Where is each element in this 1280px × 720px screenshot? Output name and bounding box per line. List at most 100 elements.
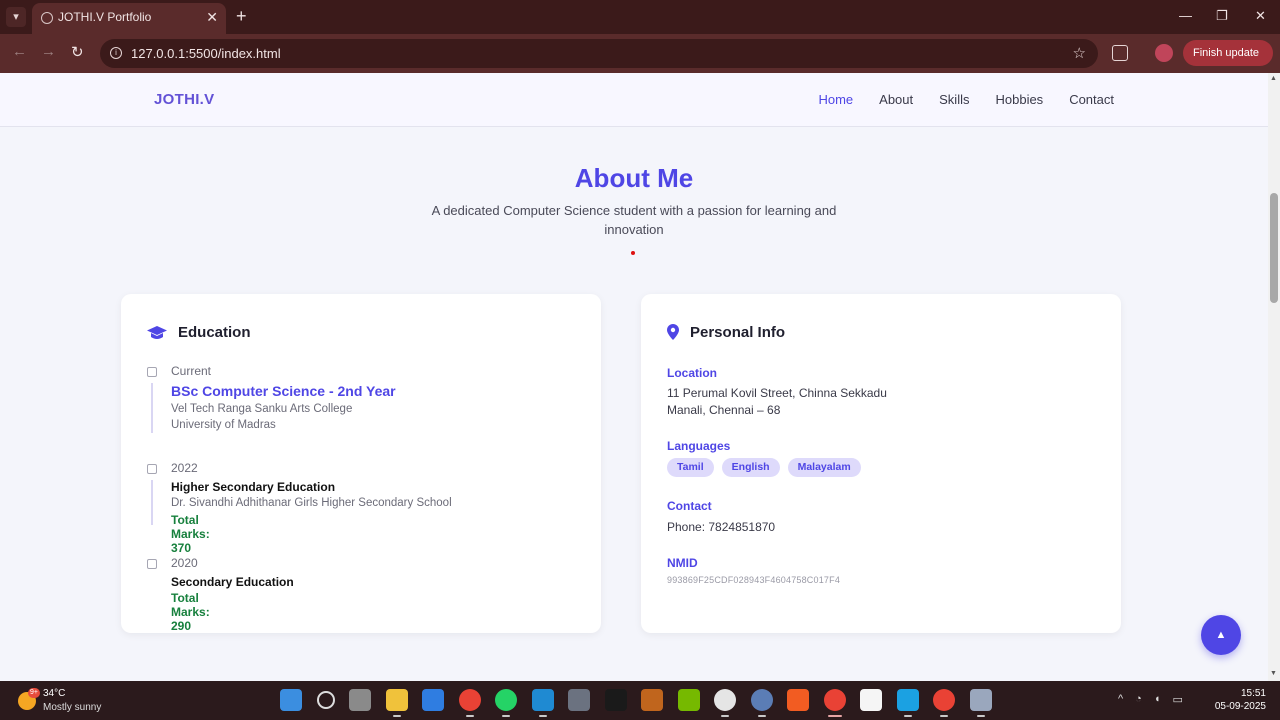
education-heading: Education [178,324,251,341]
browser-tab[interactable]: JOTHI.V Portfolio ✕ [32,3,226,34]
edu-year: Current [171,364,212,378]
page-viewport: JOTHI.V Home About Skills Hobbies Contac… [0,73,1268,681]
file-explorer-icon[interactable] [385,689,408,717]
scroll-down-icon[interactable]: ▼ [1270,670,1277,677]
contact-label: Contact [667,499,712,513]
languages-label: Languages [667,439,731,453]
cursor-dot [631,251,635,255]
search-icon[interactable] [316,691,335,709]
task-view-icon[interactable] [349,689,371,711]
chevron-up-icon[interactable]: ^ [1118,693,1123,706]
url-text: 127.0.0.1:5500/index.html [131,46,281,61]
scroll-to-top-button[interactable]: ▲ [1201,615,1241,655]
personal-info-heading: Personal Info [690,324,786,341]
edu-institution: Vel Tech Ranga Sanku Arts College [171,403,353,415]
browser-tab-bar: ▾ JOTHI.V Portfolio ✕ + — ❐ ✕ [0,0,1280,34]
weather-condition: Mostly sunny [43,702,102,713]
app-icon[interactable] [568,689,590,711]
scrollbar-thumb[interactable] [1270,193,1278,303]
chrome-active-icon[interactable] [823,689,846,717]
game-icon[interactable] [641,689,663,711]
language-chip: English [721,458,780,477]
section-subtitle: A dedicated Computer Science student wit… [431,203,837,237]
volume-icon[interactable]: ◖ [1154,693,1161,706]
calendar-icon [147,367,157,377]
edu-marks: Total Marks: 370 [171,513,210,555]
nvidia-icon[interactable] [677,689,700,711]
tab-search-chevron-icon[interactable]: ▾ [6,7,26,27]
whatsapp-icon[interactable] [495,689,517,717]
new-tab-button[interactable]: + [236,6,247,27]
address-bar[interactable]: i 127.0.0.1:5500/index.html ☆ [100,39,1098,68]
edu-degree: Secondary Education [171,575,294,589]
edu-degree: Higher Secondary Education [171,480,336,494]
capcut-icon[interactable] [860,689,882,711]
brave-icon[interactable] [787,689,809,711]
windows-taskbar: 9+ 34°C Mostly sunny ^ ◔ ◖ ▭ 15:51 05-09… [0,681,1280,720]
store-icon[interactable] [422,689,444,711]
profile-avatar[interactable] [1155,44,1173,62]
notepad-icon[interactable] [896,689,919,717]
edu-degree: BSc Computer Science - 2nd Year [171,383,396,399]
clock-date: 05-09-2025 [1214,701,1266,712]
chrome-icon[interactable] [458,689,481,717]
scroll-up-icon[interactable]: ▲ [1270,75,1277,82]
chrome-profile-icon[interactable] [933,689,955,717]
weather-widget[interactable]: 9+ 34°C Mostly sunny [18,688,138,716]
maximize-icon[interactable]: ❐ [1216,8,1228,24]
taskbar-apps [280,689,992,717]
tab-close-icon[interactable]: ✕ [206,3,218,32]
site-navbar: JOTHI.V Home About Skills Hobbies Contac… [0,73,1268,127]
wifi-icon[interactable]: ◔ [1135,693,1142,706]
location-label: Location [667,366,717,380]
system-tray[interactable]: ^ ◔ ◖ ▭ [1118,693,1183,706]
temperature: 34°C [43,688,66,699]
language-chips: Tamil English Malayalam [667,458,861,477]
site-info-icon[interactable]: i [110,47,122,59]
start-icon[interactable] [280,689,302,711]
vscode-icon[interactable] [531,689,554,717]
location-line-1: 11 Perumal Kovil Street, Chinna Sekkadu [667,386,887,400]
page-scrollbar[interactable]: ▲ ▼ [1268,73,1280,681]
finish-update-button[interactable]: Finish update ⋮ [1183,40,1273,85]
window-close-icon[interactable]: ✕ [1255,8,1266,24]
globe-icon [41,12,53,24]
minimize-icon[interactable]: — [1179,8,1192,23]
nav-links: Home About Skills Hobbies Contact [818,92,1114,107]
edu-university: University of Madras [171,419,276,431]
nav-hobbies[interactable]: Hobbies [995,92,1043,107]
nav-skills[interactable]: Skills [939,92,969,107]
back-arrow-icon[interactable]: ← [12,43,27,60]
nmid-value: 993869F25CDF028943F4604758C017F4 [667,575,841,585]
clock-app-icon[interactable] [714,689,736,717]
language-chip: Tamil [667,458,714,477]
edu-year: 2022 [171,461,198,475]
language-chip: Malayalam [787,458,861,477]
system-clock[interactable]: 15:51 05-09-2025 [1208,687,1266,713]
edu-institution: Dr. Sivandhi Adhithanar Girls Higher Sec… [171,497,452,509]
location-line-2: Manali, Chennai – 68 [667,403,781,417]
graduation-cap-icon [147,326,167,339]
bookmark-star-icon[interactable]: ☆ [1073,39,1086,68]
timeline-line [151,383,153,433]
nmid-label: NMID [667,556,698,570]
terminal-icon[interactable] [604,689,627,711]
phone-number: Phone: 7824851870 [667,520,776,534]
extensions-icon[interactable] [1112,45,1128,61]
section-title: About Me [574,163,694,193]
settings-gear-icon[interactable] [750,689,773,717]
edu-marks: Total Marks: 290 [171,591,210,633]
browser-toolbar: ← → ↻ i 127.0.0.1:5500/index.html ☆ Fini… [0,34,1280,85]
timeline-line [151,480,153,525]
edu-year: 2020 [171,556,198,570]
battery-icon[interactable]: ▭ [1172,693,1182,706]
site-logo[interactable]: JOTHI.V [154,91,214,108]
forward-arrow-icon[interactable]: → [41,43,56,60]
calendar-icon [147,464,157,474]
nav-about[interactable]: About [879,92,913,107]
nav-contact[interactable]: Contact [1069,92,1114,107]
notification-badge: 9+ [28,688,40,698]
snipping-tool-icon[interactable] [969,689,992,717]
nav-home[interactable]: Home [818,92,853,107]
reload-icon[interactable]: ↻ [71,43,84,61]
